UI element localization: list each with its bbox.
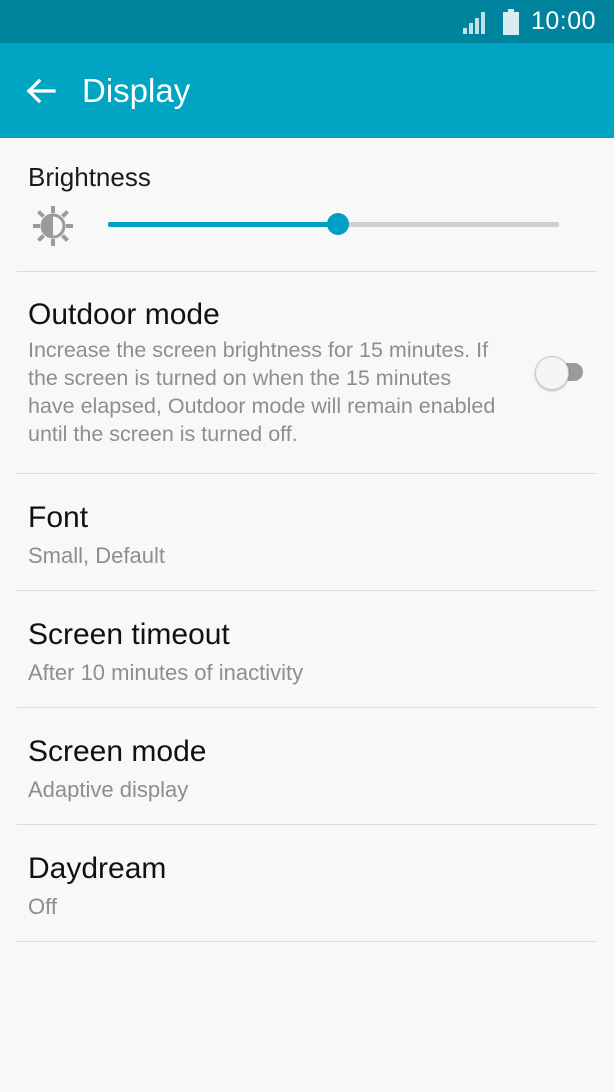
page-title: Display bbox=[82, 71, 191, 109]
screen-timeout-title: Screen timeout bbox=[28, 618, 230, 651]
font-value: Small, Default bbox=[28, 543, 165, 568]
status-time: 10:00 bbox=[530, 7, 596, 35]
font-row[interactable]: Font Small, Default bbox=[17, 474, 597, 591]
daydream-row[interactable]: Daydream Off bbox=[17, 825, 597, 942]
outdoor-mode-description: Increase the screen brightness for 15 mi… bbox=[28, 338, 496, 446]
screen-mode-value: Adaptive display bbox=[28, 777, 189, 802]
screen-mode-title: Screen mode bbox=[28, 735, 207, 768]
outdoor-mode-title: Outdoor mode bbox=[28, 298, 220, 331]
slider-fill bbox=[108, 222, 338, 227]
outdoor-mode-toggle[interactable] bbox=[535, 356, 583, 390]
screen-timeout-value: After 10 minutes of inactivity bbox=[28, 660, 304, 685]
screen-timeout-row[interactable]: Screen timeout After 10 minutes of inact… bbox=[17, 591, 597, 708]
outdoor-mode-row[interactable]: Outdoor mode Increase the screen brightn… bbox=[17, 272, 597, 474]
toggle-knob bbox=[535, 356, 569, 390]
brightness-label: Brightness bbox=[28, 162, 151, 192]
screen-mode-row[interactable]: Screen mode Adaptive display bbox=[17, 708, 597, 825]
app-bar: Display bbox=[0, 43, 614, 138]
status-bar: 10:00 bbox=[0, 0, 614, 43]
battery-icon bbox=[502, 8, 519, 35]
daydream-title: Daydream bbox=[28, 852, 167, 885]
brightness-sun-icon bbox=[33, 206, 73, 246]
settings-list: Brightness Outdoor mode Increase the scr… bbox=[0, 138, 614, 942]
signal-icon bbox=[462, 11, 485, 34]
brightness-section: Brightness bbox=[17, 138, 597, 272]
back-arrow-icon[interactable] bbox=[24, 74, 58, 108]
brightness-slider[interactable] bbox=[108, 212, 559, 236]
daydream-value: Off bbox=[28, 894, 57, 919]
slider-thumb[interactable] bbox=[327, 213, 349, 235]
font-title: Font bbox=[28, 501, 89, 534]
